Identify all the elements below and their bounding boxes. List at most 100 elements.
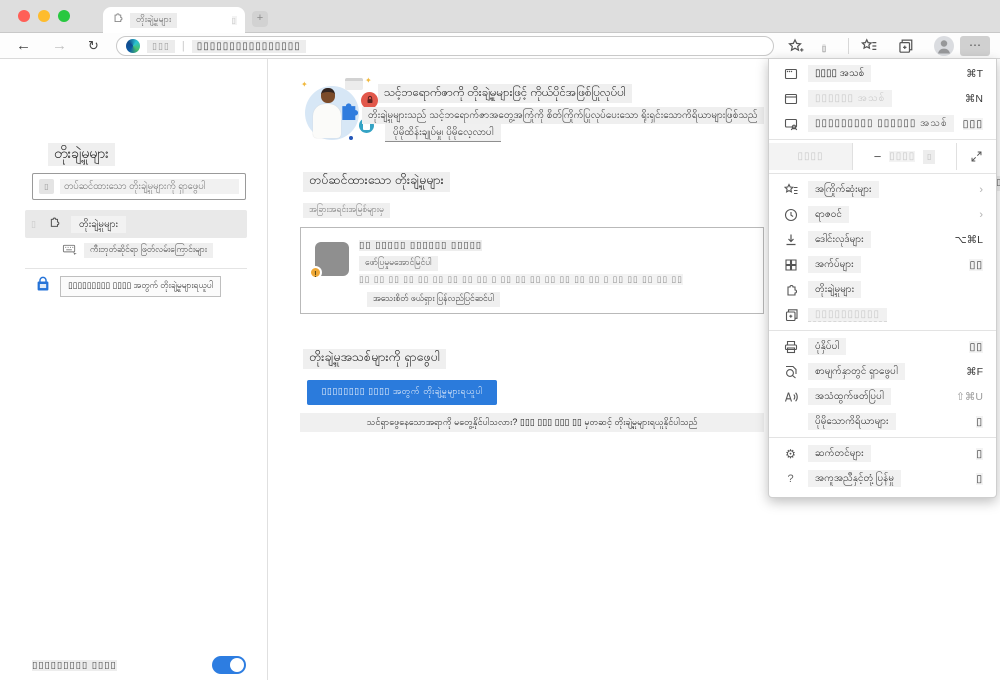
sidebar-divider [25,268,247,269]
menu-item-label: အသံထွက်ဖတ်ပြပါ [808,388,891,405]
extension-description: ▯▯ ▯▯ ▯▯ ▯▯ ▯▯ ▯▯ ▯▯ ▯▯ ▯▯ ▯ ▯▯ ▯▯ ▯▯ ▯▯… [359,274,683,285]
menu-item-help-feedback[interactable]: ? အကူအညီနှင့်တုံ့ပြန်မှု ▯ [769,466,996,491]
apps-grid-icon [782,256,799,273]
toolbar: ← → ↻ ▯▯▯ | ▯▯▯▯▯▯▯▯▯▯▯▯▯▯▯▯ ▯ ⋯ [0,33,1000,59]
menu-item-label: ပုံနှိပ်ပါ [808,338,847,355]
shortcut: ⌘N [964,92,983,105]
extension-actions[interactable]: အသေးစိတ် ဖယ်ရှား ပြန်လည်ပြင်ဆင်ပါ [367,292,500,307]
minimize-window-button[interactable] [38,10,50,22]
menu-item-history[interactable]: ရာဇဝင် › [769,202,996,227]
menu-divider [769,437,996,438]
collections-icon[interactable] [896,37,914,55]
puzzle-piece-icon [335,98,361,129]
shortcut: ▯ [976,447,983,460]
browser-window: တိုးချဲ့မှုများ ▯ + ← → ↻ ▯▯▯ | ▯▯▯▯▯▯▯▯… [0,0,1000,680]
tab-close-icon[interactable]: ▯ [231,15,237,25]
nav-marker: ▯ [31,218,37,229]
menu-item-settings[interactable]: ⚙ ဆက်တင်များ ▯ [769,441,996,466]
menu-item-apps[interactable]: အက်ပ်များ ▯▯ [769,252,996,277]
add-favorite-star-icon[interactable] [786,37,804,55]
menu-item-new-tab[interactable]: ▯▯▯▯ အသစ် ⌘T [769,61,996,86]
extension-card[interactable]: ! ▯▯ ▯▯▯▯▯ ▯▯▯▯▯▯ ▯▯▯▯▯ ဖော်ပြမှုမအောင်မ… [300,227,764,314]
store-bag-icon [34,275,52,298]
question-mark-icon: ? [787,472,794,485]
read-aloud-icon [782,388,799,405]
from-other-sources-note: အခြားအရင်းအမြစ်များမှ [303,203,390,218]
zoom-value: ▯▯▯▯ [889,151,916,162]
pinned-extension-icon[interactable]: ▯ [822,38,840,56]
menu-divider [769,139,996,140]
menu-item-label: ▯▯▯▯▯▯▯▯▯▯ [808,307,888,322]
maximize-window-button[interactable] [58,10,70,22]
browser-menu-button[interactable]: ⋯ [960,36,990,56]
zoom-out-button[interactable]: − [874,149,882,164]
menu-item-print[interactable]: ပုံနှိပ်ပါ ▯▯ [769,334,996,359]
collections-icon [782,306,799,323]
menu-item-label: ရာဇဝင် [808,206,849,223]
url-divider: | [181,40,185,52]
fullscreen-button[interactable] [956,143,996,170]
keyboard-icon [62,243,77,258]
hero-title: သင့်ဘရောက်ဇာကို တိုးချဲ့မှုများဖြင့် ကို… [378,84,632,103]
tab-strip: တိုးချဲ့မှုများ ▯ + [0,0,1000,33]
edge-logo-icon [126,39,140,53]
menu-item-label: ▯▯▯▯▯▯ အသစ် [808,90,893,107]
inprivate-window-icon [782,115,799,132]
close-window-button[interactable] [18,10,30,22]
menu-item-label: အကြိုက်ဆုံးများ [808,181,879,198]
sidebar-title: တိုးချဲ့မှုများ [48,143,115,166]
developer-mode-toggle[interactable] [212,656,246,674]
get-extensions-button[interactable]: ▯▯▯▯▯▯▯▯ ▯▯▯▯ အတွက် တိုးချဲ့မှုများရယူပါ [307,380,497,405]
shortcut: ⌘F [966,365,983,378]
zoom-in-button[interactable]: ▯ [923,149,936,164]
url-text: ▯▯▯▯▯▯▯▯▯▯▯▯▯▯▯▯ [191,39,306,53]
menu-item-label: တိုးချဲ့မှုများ [808,281,862,298]
menu-item-more-tools[interactable]: ပိုမိုသောကိရိယာများ ▯ [769,409,996,434]
store-link-label: ▯▯▯▯▯▯▯▯▯ ▯▯▯▯ အတွက် တိုးချဲ့မှုများရယူပ… [60,276,222,297]
menu-item-collections[interactable]: ▯▯▯▯▯▯▯▯▯▯ [769,302,996,327]
menu-item-find-on-page[interactable]: စာမျက်နှာတွင် ရှာဖွေပါ ⌘F [769,359,996,384]
address-bar[interactable]: ▯▯▯ | ▯▯▯▯▯▯▯▯▯▯▯▯▯▯▯▯ [116,36,774,56]
new-tab-button[interactable]: + [252,11,268,27]
menu-item-label: စာမျက်နှာတွင် ရှာဖွေပါ [808,363,905,380]
extension-name: ▯▯ ▯▯▯▯▯ ▯▯▯▯▯▯ ▯▯▯▯▯ [359,240,483,251]
sidebar-item-keyboard-shortcuts[interactable]: ကီးဘုတ်ဆိုင်ရာ ဖြတ်လမ်းကြောင်းများ [62,243,213,258]
gear-icon: ⚙ [785,446,796,461]
sidebar-item-extensions[interactable]: ▯ တိုးချဲ့မှုများ [25,210,247,238]
favorites-bar-icon[interactable] [860,37,878,55]
extension-status: ဖော်ပြမှုမအောင်မြင်ပါ [359,256,438,271]
reload-icon[interactable]: ↻ [88,33,99,59]
menu-item-label: ဆက်တင်များ [808,445,871,462]
profile-avatar[interactable] [934,36,954,56]
hero-body: တိုးချဲ့မှုများသည် သင့်ဘရောက်ဇာအတွေ့အကြု… [362,107,764,124]
menu-item-read-aloud[interactable]: အသံထွက်ဖတ်ပြပါ ⇧⌘U [769,384,996,409]
menu-item-new-inprivate-window[interactable]: ▯▯▯▯▯▯▯▯▯ ▯▯▯▯▯▯ အသစ် ▯▯▯ [769,111,996,136]
search-box[interactable]: ▯ [32,173,246,200]
menu-item-downloads[interactable]: ဒေါင်းလုဒ်များ ⌥⌘L [769,227,996,252]
footer-note[interactable]: သင်ရှာဖွေနေသောအရာကို မတွေ့နိုင်ပါသလား? ▯… [300,413,764,432]
menu-item-extensions[interactable]: တိုးချဲ့မှုများ [769,277,996,302]
shortcut: ▯▯ [969,340,983,353]
learn-more-hero-link[interactable]: ပိုမိုထိန်းချုပ်မှု၊ ပိုမိုလေ့လာပါ [385,124,502,142]
tab-extensions[interactable]: တိုးချဲ့မှုများ ▯ [103,7,245,33]
toolbar-divider [848,38,849,54]
developer-mode-label: ▯▯▯▯▯▯▯▯▯ ▯▯▯▯ [32,659,117,671]
shortcut: ▯▯▯ [962,117,983,130]
menu-item-new-window[interactable]: ▯▯▯▯▯▯ အသစ် ⌘N [769,86,996,111]
extensions-sidebar: တိုးချဲ့မှုများ ▯ ▯ တိုးချဲ့မှုများ ကီးဘ… [0,59,268,680]
get-extensions-store-link[interactable]: ▯▯▯▯▯▯▯▯▯ ▯▯▯▯ အတွက် တိုးချဲ့မှုများရယူပ… [34,275,222,298]
zoom-label: ▯▯▯▯ [769,143,853,170]
shortcut: ▯ [976,472,983,485]
chevron-right-icon: › [979,208,983,221]
forward-icon[interactable]: → [52,33,67,59]
menu-item-label: ▯▯▯▯▯▯▯▯▯ ▯▯▯▯▯▯ အသစ် [808,115,954,132]
blank-icon [782,413,799,430]
download-icon [782,231,799,248]
installed-extensions-heading: တပ်ဆင်ထားသော တိုးချဲ့မှုများ [303,172,450,192]
menu-item-label: အက်ပ်များ [808,256,861,273]
site-name-chip: ▯▯▯ [147,39,175,53]
menu-item-favorites[interactable]: အကြိုက်ဆုံးများ › [769,177,996,202]
back-icon[interactable]: ← [16,33,31,59]
window-motif [345,78,363,90]
search-input[interactable] [60,179,239,194]
